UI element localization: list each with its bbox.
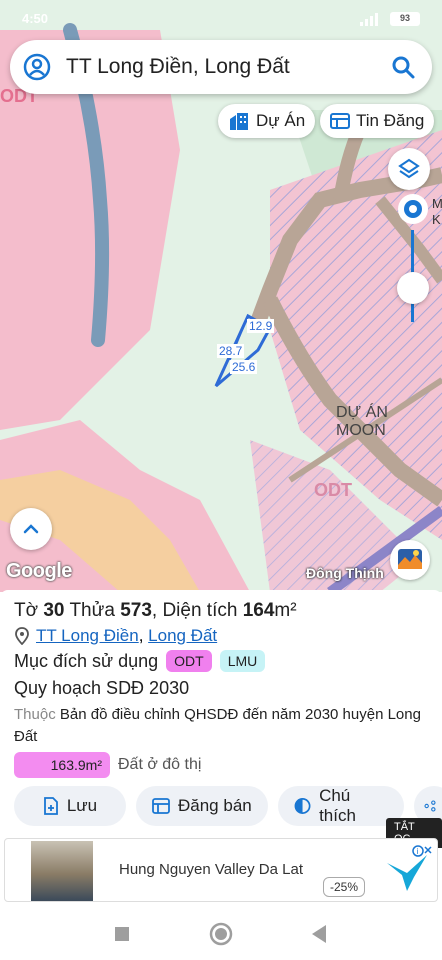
area-unit: m² [274,600,297,621]
area-value: 164 [242,600,275,621]
action-buttons: Lưu Đăng bán Chú thích [14,786,442,826]
listings-chip-label: Tin Đăng [356,111,425,130]
pin-icon [404,200,422,218]
plan-source-text: Bản đồ điều chỉnh QHSDĐ đến năm 2030 huy… [14,706,421,745]
map-overflow-label: M K [432,196,442,228]
parcel-info-sheet: Tờ 30 Thửa 573, Diện tích 164m² TT Long … [0,590,442,904]
parcel-summary: Tờ 30 Thửa 573, Diện tích 164m² [14,600,297,621]
status-bar: 4:50 93 [0,0,442,36]
account-icon[interactable] [22,52,52,82]
opacity-toggle-button[interactable] [398,194,428,224]
listing-icon [330,113,350,129]
map-overflow-label-line2: K [432,212,441,227]
location-pin-icon [15,627,29,645]
share-icon [424,800,436,812]
expand-sheet-button[interactable] [10,508,52,550]
battery-icon: 93 [390,12,420,26]
opacity-slider-thumb[interactable] [397,272,429,304]
bird-logo-icon: i [387,845,432,891]
parcel-label-south: 25.6 [230,360,258,374]
search-input[interactable]: TT Long Điền, Long Đất [66,55,390,79]
location-link-district[interactable]: Long Đất [148,626,217,646]
signal-icon [360,13,378,26]
plan-source-prefix: Thuộc [14,706,56,723]
back-icon[interactable] [310,924,328,944]
land-use-purpose: Mục đích sử dụng ODT LMU [14,650,266,672]
ad-image [31,841,93,901]
file-add-icon [43,797,58,815]
zone-label-odt-right: ODT [314,480,352,500]
home-icon[interactable] [209,922,233,946]
listing-icon [152,798,170,814]
brand-logo[interactable] [390,540,430,580]
parcel-location: TT Long Điền, Long Đất [14,626,217,646]
purpose-tag-lmu[interactable]: LMU [219,650,266,672]
parcel-number: 573 [120,600,152,621]
ad-banner[interactable]: Hung Nguyen Valley Da Lat -25% i [4,838,438,902]
purpose-tag-odt[interactable]: ODT [166,650,212,672]
save-button-label: Lưu [66,796,98,815]
purpose-label: Mục đích sử dụng [14,650,159,671]
post-for-sale-label: Đăng bán [178,796,252,815]
listings-chip[interactable]: Tin Đăng [320,104,435,138]
plan-source: Thuộc Bản đồ điều chỉnh QHSDĐ đến năm 20… [14,704,424,748]
status-time: 4:50 [22,11,49,26]
plan-area-bar: 163.9m² [14,752,110,778]
location-link-town[interactable]: TT Long Điền [36,626,139,646]
ad-logo: i [377,839,437,901]
save-button[interactable]: Lưu [14,786,126,826]
svg-text:i: i [417,847,419,856]
system-nav-bar [0,904,442,960]
search-bar[interactable]: TT Long Điền, Long Đất [10,40,432,94]
recents-icon[interactable] [114,926,130,942]
chevron-up-icon [23,524,39,534]
brand-text: Đông Thịnh [306,565,384,581]
screen: 12.9 28.7 25.6 ODT ODT DỰ ÁN MOON 4:50 9… [0,0,442,960]
sheet-number-to: 30 [43,600,65,621]
legend-button-label: Chú thích [319,786,356,825]
brand-logo-icon [398,549,422,569]
post-for-sale-button[interactable]: Đăng bán [136,786,268,826]
google-logo: Google [6,560,72,582]
contrast-icon [294,798,311,814]
parcel-label-west: 28.7 [217,344,245,358]
area-label: Diện tích [162,600,238,621]
project-label: DỰ ÁN MOON [336,404,388,439]
ad-discount-badge: -25% [323,877,366,897]
map-overflow-label-line1: M [432,196,442,211]
search-icon[interactable] [390,54,416,80]
projects-chip-label: Dự Án [256,111,306,130]
plan-title: Quy hoạch SDĐ 2030 [14,678,190,698]
building-icon [230,113,248,130]
projects-chip[interactable]: Dự Án [218,104,316,138]
plan-area-row: 163.9m² Đất ở đô thị [14,752,201,778]
parcel-label-north: 12.9 [247,319,275,333]
ad-title: Hung Nguyen Valley Da Lat [119,861,303,878]
location-separator: , [138,626,149,645]
sheet-label-thua: Thửa [69,600,115,621]
plan-area-desc: Đất ở đô thị [118,756,202,773]
layers-button[interactable] [388,148,430,190]
layers-icon [398,158,420,179]
sheet-label-to: Tờ [14,600,39,621]
